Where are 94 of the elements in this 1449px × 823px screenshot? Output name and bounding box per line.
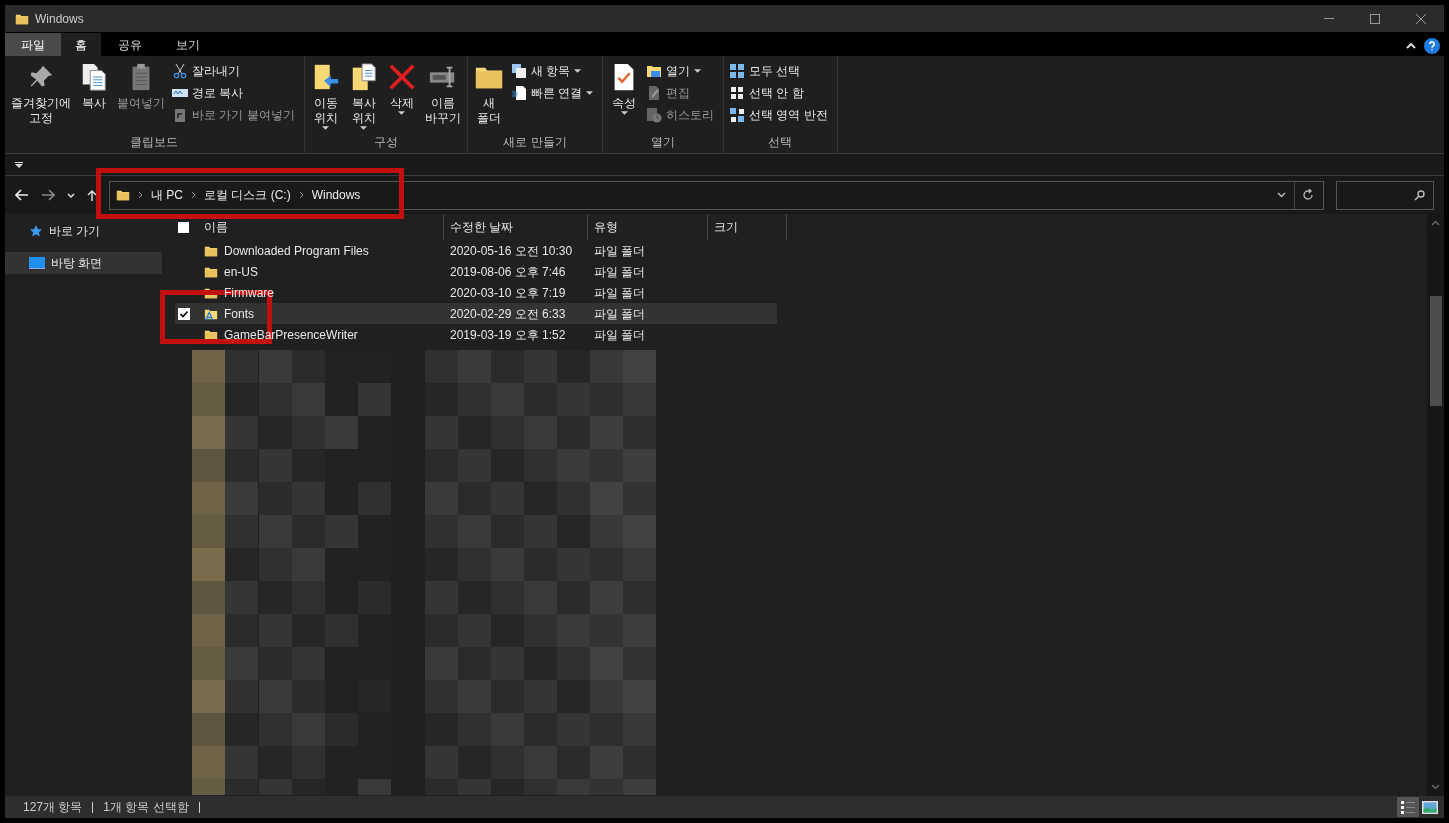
select-none-icon — [729, 84, 745, 101]
maximize-icon — [1370, 13, 1380, 24]
breadcrumb[interactable]: 내 PC — [151, 186, 183, 204]
breadcrumb[interactable]: 로컬 디스크 (C:) — [204, 186, 291, 204]
thumbnail-view-icon[interactable] — [1422, 800, 1438, 814]
caret-icon — [694, 68, 701, 73]
close-icon — [1416, 13, 1426, 24]
status-text: 127개 항목 — [22, 799, 84, 816]
collapse-ribbon-icon[interactable] — [1406, 43, 1416, 49]
ribbon-group-label: 선택 — [767, 134, 794, 151]
ribbon-group-label: 구성 — [372, 134, 399, 151]
date-cell-text: 2020-03-10 오후 7:19 — [449, 284, 567, 302]
ribbon-small-button[interactable]: 선택 안 함 — [729, 82, 828, 103]
ribbon-button[interactable]: 복사 — [76, 60, 112, 133]
file-row[interactable]: Fonts 2020-02-29 오전 6:33 파일 폴더 — [175, 303, 777, 324]
ribbon-tab[interactable]: 홈 — [61, 33, 101, 56]
quick-access-dropdown-icon[interactable] — [15, 161, 23, 168]
status-text: 1개 항목 선택함 — [102, 799, 190, 816]
sidebar-item[interactable]: 바로 가기 — [5, 220, 162, 242]
date-cell-text: 2019-08-06 오후 7:46 — [449, 263, 567, 281]
ribbon-button[interactable]: 이동 위치 — [307, 60, 344, 133]
details-view-icon[interactable] — [1397, 797, 1419, 817]
refresh-icon[interactable] — [1303, 189, 1314, 201]
caret-icon — [574, 68, 581, 73]
quick-link-icon — [510, 84, 527, 101]
invert-selection-icon — [729, 106, 745, 123]
select-all-icon — [729, 62, 745, 79]
help-icon[interactable] — [1424, 38, 1440, 54]
ribbon-group-label: 열기 — [650, 134, 676, 151]
type-cell-text: 파일 폴더 — [593, 305, 647, 323]
address-bar[interactable]: 내 PC 로컬 디스크 (C:) Windows — [109, 180, 1324, 210]
column-header[interactable]: 이름 — [204, 214, 444, 240]
shortcut-paste-icon — [172, 106, 188, 123]
ribbon-tab[interactable]: 파일 — [5, 33, 61, 56]
ribbon-button[interactable]: 속성 — [606, 60, 642, 133]
type-cell-text: 파일 폴더 — [593, 263, 647, 281]
ribbon-small-button[interactable]: 잘라내기 — [172, 60, 295, 81]
type-cell-text: 파일 폴더 — [593, 242, 647, 260]
up-arrow-icon[interactable] — [87, 189, 97, 201]
ribbon-button[interactable]: 즐겨찾기에 고정 — [8, 60, 74, 133]
chevron-icon — [298, 191, 304, 199]
ribbon-button[interactable]: 새 폴더 — [470, 60, 507, 133]
caret-icon — [360, 126, 368, 130]
caret-icon — [586, 90, 593, 95]
column-header[interactable]: 크기 — [708, 214, 787, 240]
file-row[interactable]: en-US 2019-08-06 오후 7:46 파일 폴더 — [175, 261, 777, 282]
column-header[interactable]: 수정한 날짜 — [444, 214, 588, 240]
scissors-icon — [172, 62, 188, 79]
edit-icon — [646, 84, 662, 101]
search-icon — [1414, 189, 1425, 201]
ribbon-small-button[interactable]: 새 항목 — [510, 60, 593, 81]
history-icon — [646, 106, 662, 123]
ribbon-button[interactable]: 복사 위치 — [345, 60, 382, 133]
chevron-icon — [138, 191, 143, 199]
caret-icon — [398, 111, 406, 115]
address-dropdown-icon[interactable] — [1277, 192, 1286, 198]
breadcrumb[interactable]: Windows — [311, 186, 361, 204]
star-icon — [29, 224, 43, 238]
checkbox-checked-icon[interactable] — [178, 307, 190, 320]
window-title: Windows — [35, 10, 84, 28]
date-cell-text: 2019-03-19 오후 1:52 — [449, 326, 567, 344]
ribbon-button[interactable]: 이름 바꾸기 — [421, 60, 464, 133]
select-all-checkbox[interactable] — [178, 221, 189, 233]
ribbon-group-label: 새로 만들기 — [502, 134, 568, 151]
ribbon-button[interactable]: 삭제 — [383, 60, 420, 133]
desktop-icon — [29, 257, 45, 269]
scroll-up-icon[interactable] — [1431, 220, 1440, 226]
date-cell-text: 2020-05-16 오전 10:30 — [449, 242, 574, 260]
search-field[interactable] — [1336, 180, 1434, 210]
ribbon-small-button[interactable]: 빠른 연결 — [510, 82, 593, 103]
scroll-down-icon[interactable] — [1431, 784, 1440, 790]
chevron-icon — [191, 191, 196, 199]
new-item-icon — [510, 62, 527, 79]
file-row[interactable]: Downloaded Program Files 2020-05-16 오전 10:30 파일 폴더 — [175, 240, 777, 261]
type-cell-text: 파일 폴더 — [593, 284, 647, 302]
column-header[interactable]: 유형 — [588, 214, 708, 240]
ribbon-small-button[interactable]: 열기 — [646, 60, 714, 81]
file-name: Fonts — [224, 305, 254, 323]
file-name: en-US — [224, 263, 258, 281]
file-name: Downloaded Program Files — [224, 242, 369, 260]
ribbon-group-label: 클립보드 — [129, 134, 180, 151]
back-arrow-icon[interactable] — [15, 189, 29, 201]
caret-icon — [620, 111, 628, 115]
ribbon-small-button[interactable]: 경로 복사 — [172, 82, 295, 103]
ribbon-small-button[interactable]: 선택 영역 반전 — [729, 104, 828, 125]
recent-dropdown-icon[interactable] — [67, 192, 75, 198]
scrollbar-thumb[interactable] — [1429, 296, 1442, 406]
date-cell-text: 2020-02-29 오전 6:33 — [449, 305, 567, 323]
sidebar-item[interactable]: 바탕 화면 — [5, 252, 162, 274]
type-cell-text: 파일 폴더 — [593, 326, 647, 344]
minimize-icon — [1324, 18, 1334, 19]
ribbon-small-button[interactable]: 모두 선택 — [729, 60, 828, 81]
forward-arrow-icon[interactable] — [41, 189, 55, 201]
caret-icon — [322, 126, 330, 130]
